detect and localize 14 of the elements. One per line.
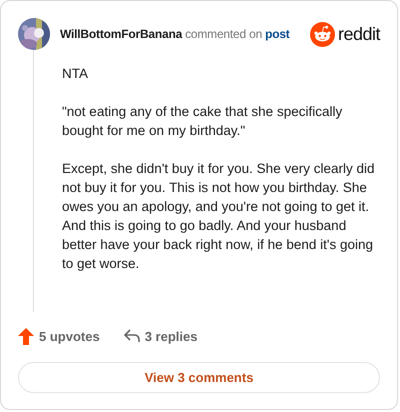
brand-name: reddit xyxy=(338,24,380,44)
upvote-count: 5 upvotes xyxy=(39,328,100,344)
reply-icon[interactable] xyxy=(124,329,140,343)
reply-count: 3 replies xyxy=(144,328,198,344)
user-avatar[interactable] xyxy=(18,18,50,50)
comment-paragraph: Except, she didn't buy it for you. She very clearly did not buy it for you. This is not how you birthday. She owes you an apology, and you're not going to get it. And this is going to go badly. And your husband better have your back right now, if he bend it's going to get worse. xyxy=(62,160,376,273)
username[interactable]: WillBottomForBanana xyxy=(60,27,182,41)
alien-logo-icon xyxy=(310,22,335,46)
action-text: commented on xyxy=(185,27,262,41)
post-link[interactable]: post xyxy=(265,27,290,41)
view-comments-button[interactable]: View 3 comments xyxy=(18,362,380,393)
upvote-icon[interactable] xyxy=(18,328,34,344)
comment-paragraph: "not eating any of the cake that she specifically bought for me on my birthday." xyxy=(62,103,344,140)
comment-paragraph: NTA xyxy=(62,65,89,83)
